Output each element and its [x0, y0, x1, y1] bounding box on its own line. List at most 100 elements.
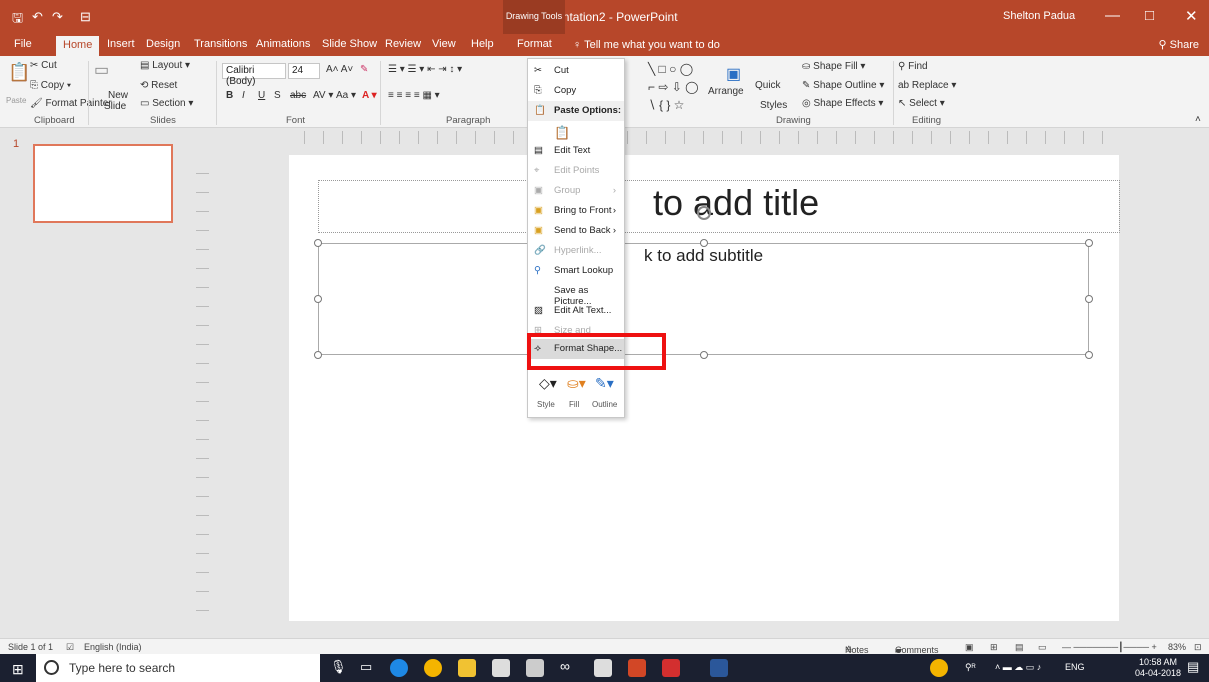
char-spacing-button[interactable]: AV ▾: [313, 90, 333, 101]
shapes-gallery[interactable]: ╲ □ ○ ◯: [648, 62, 693, 76]
shape-outline-button[interactable]: ✎ Shape Outline ▾: [802, 80, 884, 91]
spellcheck-icon[interactable]: ☑: [66, 642, 74, 653]
layout-button[interactable]: ▤ Layout ▾: [140, 60, 190, 71]
resize-handle[interactable]: [700, 351, 708, 359]
edge-icon[interactable]: [390, 659, 408, 677]
change-case-button[interactable]: Aa ▾: [336, 90, 356, 101]
clear-format-icon[interactable]: ✎: [360, 64, 368, 75]
tell-me-search[interactable]: ♀ Tell me what you want to do: [573, 39, 720, 51]
zoom-level[interactable]: 83%: [1168, 642, 1186, 652]
chrome-icon[interactable]: [424, 659, 442, 677]
minimize-button[interactable]: —: [1105, 7, 1120, 24]
select-button[interactable]: ↖ Select ▾: [898, 98, 945, 109]
resize-handle[interactable]: [1085, 295, 1093, 303]
section-button[interactable]: ▭ Section ▾: [140, 98, 193, 109]
menu-save-as-picture[interactable]: Save as Picture...: [528, 281, 624, 307]
align-icons[interactable]: ≡ ≡ ≡ ≡ ▦ ▾: [388, 90, 440, 101]
strikethrough-button[interactable]: abc: [290, 90, 306, 101]
menu-bring-to-front[interactable]: ▣ Bring to Front ›: [528, 201, 624, 221]
people-icon[interactable]: ⚲ᴿ: [965, 662, 976, 673]
store-icon[interactable]: [492, 659, 510, 677]
menu-smart-lookup[interactable]: ⚲ Smart Lookup: [528, 261, 624, 281]
shape-effects-button[interactable]: ◎ Shape Effects ▾: [802, 98, 883, 109]
tab-help[interactable]: Help: [471, 38, 494, 50]
slide-thumbnail[interactable]: [33, 144, 173, 223]
taskbar-search[interactable]: Type here to search: [36, 654, 320, 682]
arrange-button[interactable]: Arrange: [708, 86, 744, 97]
cut-button[interactable]: ✂ Cut: [30, 60, 57, 71]
copy-button[interactable]: ⎘ Copy ▾: [30, 80, 71, 91]
collapse-ribbon-icon[interactable]: ˄: [1195, 114, 1201, 125]
reset-button[interactable]: ⟲ Reset: [140, 80, 177, 91]
windows-start-icon[interactable]: ⊞: [12, 661, 24, 678]
bullets-icon[interactable]: ☰ ▾ ☰ ▾ ⇤ ⇥ ↕ ▾: [388, 64, 462, 75]
menu-edit-alt-text[interactable]: ▨ Edit Alt Text...: [528, 301, 624, 321]
font-size-grow-icons[interactable]: A˄ A˅: [326, 64, 353, 75]
bold-button[interactable]: B: [226, 90, 233, 101]
help-icon[interactable]: [930, 659, 948, 677]
tab-format[interactable]: Format: [517, 38, 552, 50]
font-family-select[interactable]: Calibri (Body): [222, 63, 286, 87]
system-tray-icons[interactable]: ˄ ▬ ☁ ▭ ♪: [995, 662, 1041, 673]
resize-handle[interactable]: [700, 239, 708, 247]
microphone-icon[interactable]: 🎙: [330, 659, 347, 675]
menu-cut[interactable]: ✂ Cut: [528, 61, 624, 81]
tab-insert[interactable]: Insert: [107, 38, 135, 50]
slide-sorter-icon[interactable]: ⊞: [990, 642, 998, 653]
normal-view-icon[interactable]: ▣: [965, 642, 974, 653]
language-indicator[interactable]: ENG: [1065, 662, 1085, 672]
maximize-button[interactable]: □: [1145, 7, 1154, 24]
new-slide-button-line2[interactable]: Slide: [104, 101, 126, 112]
tab-file[interactable]: File: [14, 38, 32, 50]
shapes-gallery-row3[interactable]: ∖ { } ☆: [648, 98, 684, 112]
tab-review[interactable]: Review: [385, 38, 421, 50]
powerpoint-icon[interactable]: [628, 659, 646, 677]
tab-view[interactable]: View: [432, 38, 456, 50]
paste-button[interactable]: Paste: [6, 96, 26, 105]
outline-icon[interactable]: ✎▾: [595, 375, 614, 392]
tab-animations[interactable]: Animations: [256, 38, 310, 50]
resize-handle[interactable]: [314, 351, 322, 359]
slideshow-view-icon[interactable]: ▭: [1038, 642, 1047, 653]
replace-button[interactable]: ab Replace ▾: [898, 80, 956, 91]
resize-handle[interactable]: [314, 239, 322, 247]
find-button[interactable]: ⚲ Find: [898, 61, 928, 72]
format-painter-button[interactable]: 🖌 Format Painter: [30, 98, 112, 109]
menu-copy[interactable]: ⎘ Copy: [528, 81, 624, 101]
arrange-icon[interactable]: ▣: [726, 64, 741, 84]
resize-handle[interactable]: [314, 295, 322, 303]
notification-icon[interactable]: ▤: [1187, 659, 1199, 675]
tab-slideshow[interactable]: Slide Show: [322, 38, 377, 50]
shape-style-icon[interactable]: ◇▾: [539, 375, 557, 392]
file-explorer-icon[interactable]: [458, 659, 476, 677]
italic-button[interactable]: I: [242, 90, 245, 101]
underline-button[interactable]: U: [258, 90, 265, 101]
menu-edit-text[interactable]: ▤ Edit Text: [528, 141, 624, 161]
menu-send-to-back[interactable]: ▣ Send to Back ›: [528, 221, 624, 241]
shape-fill-button[interactable]: ⛀ Shape Fill ▾: [802, 61, 865, 72]
fill-icon[interactable]: ⛀▾: [567, 375, 586, 392]
resize-handle[interactable]: [1085, 239, 1093, 247]
paste-icon[interactable]: 📋: [8, 62, 30, 83]
rotate-handle-icon[interactable]: [697, 206, 711, 220]
resize-handle[interactable]: [1085, 351, 1093, 359]
tab-transitions[interactable]: Transitions: [194, 38, 247, 50]
shapes-gallery-row2[interactable]: ⌐ ⇨ ⇩ ◯: [648, 80, 699, 94]
shadow-button[interactable]: S: [274, 90, 281, 101]
language-indicator[interactable]: English (India): [84, 642, 142, 652]
task-view-icon[interactable]: ▭: [360, 659, 372, 675]
clock[interactable]: 10:58 AM 04-04-2018: [1135, 657, 1181, 679]
slide-canvas[interactable]: to add title k to add subtitle: [289, 155, 1120, 621]
acrobat-icon[interactable]: [662, 659, 680, 677]
quick-styles-line2[interactable]: Styles: [760, 100, 787, 111]
infinity-app-icon[interactable]: ∞: [560, 658, 570, 674]
font-size-select[interactable]: 24: [288, 63, 320, 79]
quick-styles-line1[interactable]: Quick: [755, 80, 781, 91]
new-slide-icon[interactable]: ▭: [94, 60, 109, 80]
user-name[interactable]: Shelton Padua: [1003, 10, 1075, 22]
fit-to-window-icon[interactable]: ⊡: [1194, 642, 1202, 653]
zoom-slider[interactable]: — ───────┃──── +: [1062, 642, 1157, 653]
dropbox-icon[interactable]: [526, 659, 544, 677]
tab-design[interactable]: Design: [146, 38, 180, 50]
new-slide-button-line1[interactable]: New: [108, 90, 128, 101]
